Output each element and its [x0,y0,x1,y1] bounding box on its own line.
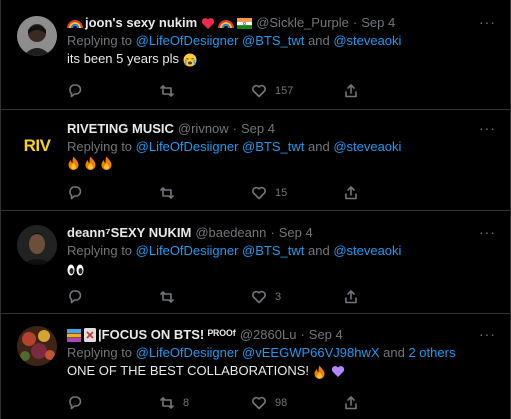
tweet-date[interactable]: Sep 4 [241,120,275,138]
like-count: 157 [275,85,294,97]
mention-link[interactable]: @LifeOfDesiigner @BTS_twt [136,33,305,48]
card-emoji-icon [84,328,96,342]
like-count: 98 [275,397,288,409]
like-button[interactable]: 98 [251,394,343,412]
mention-link[interactable]: @steveaoki [333,33,401,48]
retweet-icon [160,291,174,303]
heart-icon [252,84,266,98]
retweet-button[interactable] [159,184,251,202]
crying-face-icon [183,53,197,67]
mention-link[interactable]: 2 others [408,345,455,360]
replying-to: Replying to @LifeOfDesiigner @BTS_twt an… [67,33,402,48]
fire-emoji-icon [85,156,96,170]
fire-emoji-icon [314,365,325,379]
retweet-button[interactable]: 8 [159,394,251,412]
more-options-icon[interactable]: ··· [479,120,496,136]
display-name[interactable]: deann⁷SEXY NUKIM [67,224,191,242]
mention-link[interactable]: @steveaoki [333,139,401,154]
fire-emoji-icon [101,156,112,170]
reply-button[interactable] [67,288,159,306]
india-flag-icon [237,17,253,29]
user-handle[interactable]: @Sickle_Purple [256,14,349,32]
tweet-text: its been 5 years pls [67,50,500,68]
more-options-icon[interactable]: ··· [479,14,496,30]
share-icon [345,84,357,98]
like-count: 3 [275,291,282,303]
tweet-date[interactable]: Sep 4 [361,14,395,32]
heart-icon [252,290,266,304]
mention-link[interactable]: @LifeOfDesiigner @vEEGWP66VJ98hwX [136,345,380,360]
share-button[interactable] [343,82,435,100]
separator-dot: · [352,15,358,30]
separator-dot: · [270,225,275,240]
avatar[interactable] [17,326,57,366]
replying-to: Replying to @LifeOfDesiigner @BTS_twt an… [67,243,402,258]
avatar[interactable]: RIV [17,126,57,166]
like-button[interactable]: 3 [251,288,343,306]
tweet-date[interactable]: Sep 4 [279,224,313,242]
avatar[interactable] [17,225,57,265]
display-name[interactable]: |FOCUS ON BTS! ᴾᴿᴼᴼᶠ [98,326,236,344]
share-button[interactable] [343,394,435,412]
share-icon [345,186,357,200]
avatar[interactable] [17,16,57,56]
like-button[interactable]: 15 [251,184,343,202]
more-options-icon[interactable]: ··· [479,326,496,342]
reply-icon [69,186,82,200]
display-name[interactable]: RIVETING MUSIC [67,120,174,138]
heart-emoji-icon [202,17,215,29]
like-count: 15 [275,187,288,199]
retweet-icon [160,397,174,409]
retweet-button[interactable] [159,288,251,306]
user-handle[interactable]: @rivnow [178,120,229,138]
retweet-icon [160,85,174,97]
eyes-emoji-icon [67,264,84,276]
share-icon [345,396,357,410]
separator-dot: · [300,327,305,342]
fire-emoji-icon [68,156,79,170]
heart-icon [252,186,266,200]
tweet-text: ONE OF THE BEST COLLABORATIONS! [67,362,500,380]
display-name[interactable]: joon's sexy nukim [85,14,197,32]
replying-to: Replying to @LifeOfDesiigner @BTS_twt an… [67,139,402,154]
tweet[interactable]: RIV RIVETING MUSIC @rivnow · Sep 4 Reply… [1,110,510,211]
retweet-count: 8 [183,397,190,409]
user-handle[interactable]: @baedeann [195,224,266,242]
like-button[interactable]: 157 [251,82,343,100]
rainbow-icon [67,20,83,29]
tweet[interactable]: deann⁷SEXY NUKIM @baedeann · Sep 4 Reply… [1,211,510,314]
reply-button[interactable] [67,394,159,412]
reply-button[interactable] [67,184,159,202]
retweet-button[interactable] [159,82,251,100]
tweet-date[interactable]: Sep 4 [309,326,343,344]
share-button[interactable] [343,184,435,202]
more-options-icon[interactable]: ··· [479,224,496,240]
tweet-text [67,260,500,278]
retweet-icon [160,187,174,199]
heart-icon [252,396,266,410]
tweet[interactable]: |FOCUS ON BTS! ᴾᴿᴼᴼᶠ @2860Lu · Sep 4 Rep… [1,314,510,419]
separator-dot: · [232,121,238,136]
replying-to: Replying to @LifeOfDesiigner @vEEGWP66VJ… [67,345,456,360]
reply-icon [69,290,82,304]
share-icon [345,290,357,304]
timeline: joon's sexy nukim @Sickle_Purple · Sep 4… [0,0,511,419]
tweet-text [67,156,500,175]
share-button[interactable] [343,288,435,306]
user-handle[interactable]: @2860Lu [240,326,297,344]
reply-icon [69,396,82,410]
reply-icon [69,84,82,98]
mention-link[interactable]: @LifeOfDesiigner @BTS_twt [136,243,305,258]
purple-heart-icon [332,366,345,378]
mention-link[interactable]: @LifeOfDesiigner @BTS_twt [136,139,305,154]
mention-link[interactable]: @steveaoki [333,243,401,258]
tweet[interactable]: joon's sexy nukim @Sickle_Purple · Sep 4… [1,0,510,110]
rainbow-icon [218,20,235,29]
reply-button[interactable] [67,82,159,100]
books-emoji-icon [67,328,81,342]
